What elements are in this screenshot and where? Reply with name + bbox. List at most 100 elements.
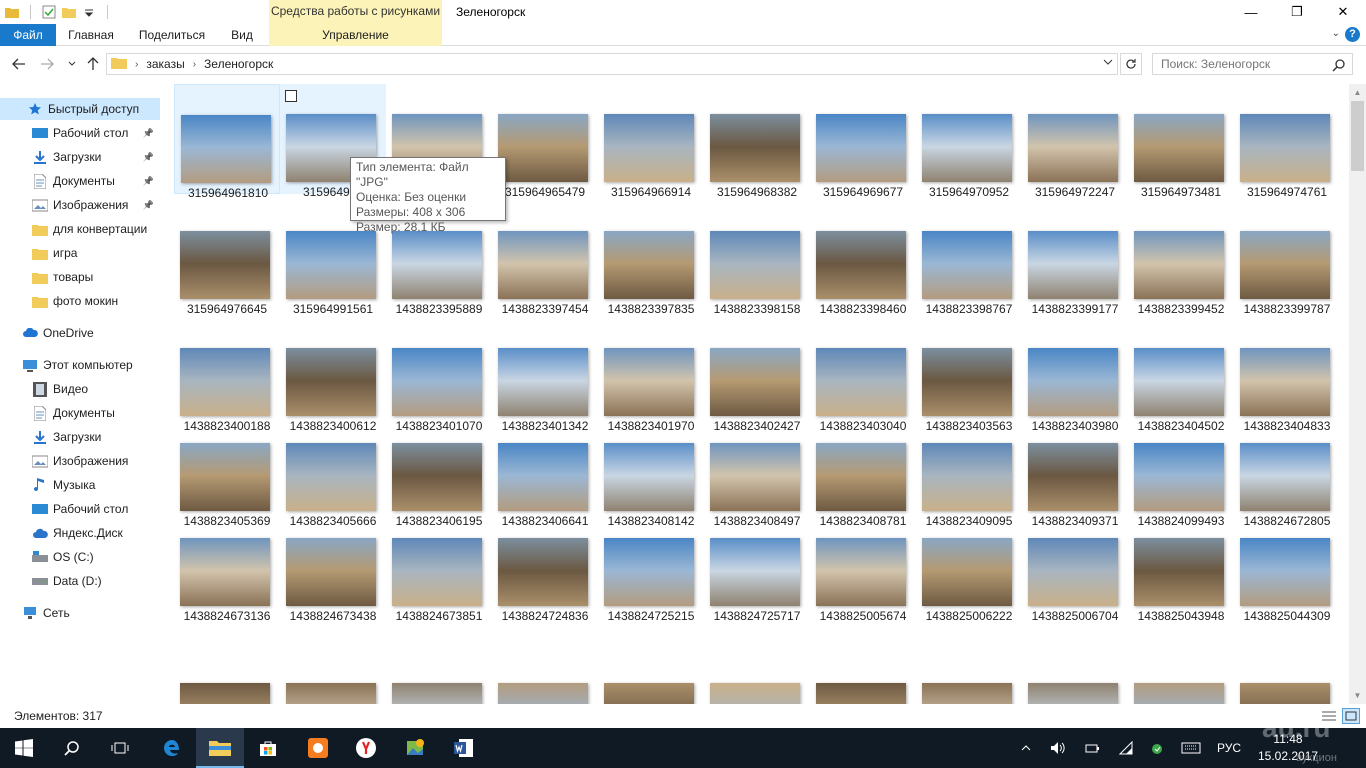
file-thumbnail[interactable] [1128, 653, 1234, 704]
file-thumbnail[interactable]: 1438823406195 [386, 413, 492, 528]
file-thumbnail[interactable] [1022, 653, 1128, 704]
language-indicator[interactable]: РУС [1212, 728, 1246, 768]
file-thumbnail[interactable] [280, 653, 386, 704]
file-thumbnail[interactable]: 1438823404833 [1234, 318, 1340, 433]
image-app[interactable] [392, 728, 440, 768]
tab-file[interactable]: Файл [0, 24, 56, 46]
forward-button[interactable] [37, 54, 57, 74]
minimize-button[interactable]: — [1228, 0, 1274, 24]
file-thumbnail[interactable]: 1438824099493 [1128, 413, 1234, 528]
nav-pc-item[interactable]: Документы [0, 402, 160, 424]
sync-icon[interactable] [1146, 728, 1170, 768]
up-button[interactable] [83, 54, 103, 74]
file-thumbnail[interactable]: 315964976645 [174, 201, 280, 316]
nav-pc-item[interactable]: Музыка [0, 474, 160, 496]
nav-quick-item[interactable]: игра [0, 242, 160, 264]
file-thumbnail[interactable]: 315964974761 [1234, 84, 1340, 199]
file-thumbnail[interactable] [492, 653, 598, 704]
nav-pc-item[interactable]: Data (D:) [0, 570, 160, 592]
file-thumbnail[interactable]: 1438823408781 [810, 413, 916, 528]
tab-manage[interactable]: Управление [269, 24, 442, 46]
nav-quick-item[interactable]: фото мокин [0, 290, 160, 312]
close-button[interactable]: ✕ [1320, 0, 1366, 24]
file-thumbnail[interactable]: 315964970952 [916, 84, 1022, 199]
task-view-button[interactable] [96, 728, 144, 768]
customize-toolbar-icon[interactable] [81, 4, 97, 20]
nav-quick-item[interactable]: для конвертации [0, 218, 160, 240]
search-icon[interactable] [1332, 58, 1346, 72]
nav-quick-access[interactable]: Быстрый доступ [0, 98, 160, 120]
nav-onedrive[interactable]: OneDrive [0, 322, 160, 344]
breadcrumb-current[interactable]: Зеленогорск [204, 57, 273, 71]
file-thumbnail[interactable] [704, 653, 810, 704]
help-icon[interactable]: ? [1345, 27, 1360, 42]
wifi-icon[interactable] [1114, 728, 1138, 768]
file-thumbnail[interactable]: 1438824673438 [280, 508, 386, 623]
nav-quick-item[interactable]: Рабочий стол 📌 [0, 122, 160, 144]
nav-pc-item[interactable]: Яндекс.Диск [0, 522, 160, 544]
file-thumbnail[interactable]: 1438823400612 [280, 318, 386, 433]
file-thumbnail[interactable]: 1438825006222 [916, 508, 1022, 623]
refresh-button[interactable] [1120, 53, 1142, 75]
file-thumbnail[interactable]: 1438823401970 [598, 318, 704, 433]
nav-quick-item[interactable]: Изображения 📌 [0, 194, 160, 216]
nav-pc-item[interactable]: Рабочий стол [0, 498, 160, 520]
file-thumbnail[interactable] [598, 653, 704, 704]
file-thumbnail[interactable]: 1438823399787 [1234, 201, 1340, 316]
file-thumbnail[interactable]: 1438823405369 [174, 413, 280, 528]
start-button[interactable] [0, 728, 48, 768]
tab-share[interactable]: Поделиться [132, 24, 212, 46]
back-button[interactable] [9, 54, 29, 74]
maximize-button[interactable]: ❐ [1274, 0, 1320, 24]
file-thumbnail[interactable]: 1438823408142 [598, 413, 704, 528]
nav-quick-item[interactable]: Загрузки 📌 [0, 146, 160, 168]
volume-icon[interactable] [1046, 728, 1070, 768]
file-thumbnail[interactable]: 1438823402427 [704, 318, 810, 433]
nav-pc-item[interactable]: Изображения [0, 450, 160, 472]
file-thumbnail[interactable]: 1438823404502 [1128, 318, 1234, 433]
address-bar[interactable]: › заказы › Зеленогорск [106, 53, 1118, 75]
file-thumbnail[interactable]: 315964973481 [1128, 84, 1234, 199]
pin-icon[interactable]: 📌 [143, 152, 154, 163]
file-thumbnail[interactable] [810, 653, 916, 704]
tray-overflow-icon[interactable] [1016, 728, 1036, 768]
file-explorer-app[interactable] [196, 728, 244, 768]
file-thumbnail[interactable]: 315964968382 [704, 84, 810, 199]
file-thumbnail[interactable]: 1438824672805 [1234, 413, 1340, 528]
nav-pc-item[interactable]: Видео [0, 378, 160, 400]
file-thumbnail[interactable]: 1438823409371 [1022, 413, 1128, 528]
tab-view[interactable]: Вид [222, 24, 262, 46]
file-thumbnail[interactable]: 315964965479 [492, 84, 598, 199]
properties-icon[interactable] [41, 4, 57, 20]
file-thumbnail[interactable]: 1438823401070 [386, 318, 492, 433]
file-thumbnail[interactable]: 1438823409095 [916, 413, 1022, 528]
item-checkbox[interactable] [285, 90, 297, 102]
scrollbar-thumb[interactable] [1351, 101, 1364, 171]
scroll-down-icon[interactable]: ▼ [1349, 687, 1366, 704]
thumbnail-view-button[interactable] [1342, 708, 1360, 724]
nav-pc-item[interactable]: OS (C:) [0, 546, 160, 568]
file-thumbnail[interactable]: 1438825044309 [1234, 508, 1340, 623]
scroll-up-icon[interactable]: ▲ [1349, 84, 1366, 101]
word-app[interactable] [440, 728, 488, 768]
pin-icon[interactable]: 📌 [143, 200, 154, 211]
file-thumbnail[interactable]: 1438823397835 [598, 201, 704, 316]
photo-app[interactable] [294, 728, 342, 768]
file-thumbnail[interactable]: 1438823398158 [704, 201, 810, 316]
chevron-down-icon[interactable]: ⌄ [1332, 28, 1340, 39]
file-thumbnail[interactable]: 1438824725215 [598, 508, 704, 623]
new-folder-icon[interactable] [61, 4, 77, 20]
file-thumbnail[interactable]: 315964972247 [1022, 84, 1128, 199]
file-thumbnail[interactable]: 1438823403980 [1022, 318, 1128, 433]
file-thumbnail[interactable] [1234, 653, 1340, 704]
yandex-browser-app[interactable] [342, 728, 390, 768]
file-thumbnail[interactable]: 1438823397454 [492, 201, 598, 316]
file-thumbnail[interactable]: 1438823408497 [704, 413, 810, 528]
nav-pc-item[interactable]: Загрузки [0, 426, 160, 448]
file-thumbnail[interactable]: 315964961810 [174, 84, 280, 200]
file-thumbnail[interactable]: 1438825006704 [1022, 508, 1128, 623]
pin-icon[interactable]: 📌 [143, 128, 154, 139]
edge-app[interactable] [148, 728, 196, 768]
search-button[interactable] [48, 728, 96, 768]
battery-icon[interactable] [1080, 728, 1104, 768]
